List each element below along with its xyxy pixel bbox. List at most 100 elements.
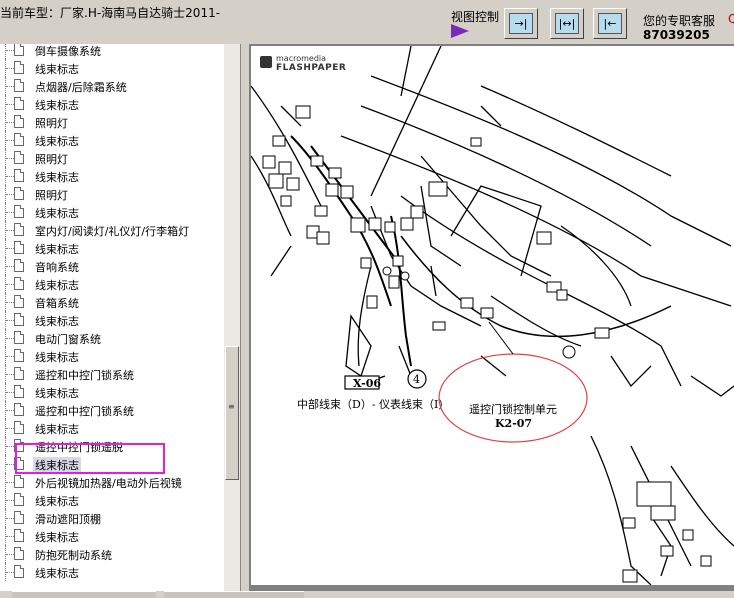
- tree-item[interactable]: 线束标志: [0, 131, 224, 149]
- tree-item[interactable]: 倒车摄像系统: [0, 44, 224, 59]
- tree-scrollbar[interactable]: ≡: [224, 44, 240, 591]
- arrows-both-icon: |↔|: [558, 17, 576, 30]
- support-qq-link[interactable]: Q: [728, 12, 734, 26]
- tree-item[interactable]: 线束标志: [0, 203, 224, 221]
- tree-item[interactable]: 线束标志: [0, 167, 224, 185]
- tree-item[interactable]: 线束标志: [0, 527, 224, 545]
- tree-item-label: 线束标志: [35, 99, 79, 112]
- document-icon: [14, 331, 24, 344]
- tree-item-label: 电动门窗系统: [35, 333, 101, 346]
- tree-item-label: 线束标志: [35, 135, 79, 148]
- document-icon: [14, 313, 24, 326]
- tree-item[interactable]: 室内灯/阅读灯/礼仪灯/行李箱灯: [0, 221, 224, 239]
- grip-icon: ≡: [228, 402, 235, 411]
- document-icon: [14, 367, 24, 380]
- tree-item[interactable]: 照明灯: [0, 113, 224, 131]
- tree-item[interactable]: 线束标志: [0, 95, 224, 113]
- tree-item[interactable]: 线束标志: [0, 275, 224, 293]
- tree-item-label: 遥控和中控门锁系统: [35, 369, 134, 382]
- tree-item-label: 线束标志: [35, 279, 79, 292]
- arrow-left-bar-icon: |←: [603, 17, 617, 30]
- tree-item[interactable]: 防抱死制动系统: [0, 545, 224, 563]
- tree-item-label: 线束标志: [35, 387, 79, 400]
- document-icon: [14, 79, 24, 92]
- tree-item-label: 线束标志: [35, 207, 79, 220]
- document-icon: [14, 115, 24, 128]
- tree-item-label: 线束标志: [35, 495, 79, 508]
- tree-item-label: 滑动遮阳顶棚: [35, 513, 101, 526]
- tree-item[interactable]: 线束标志: [0, 419, 224, 437]
- tree-item-label: 线束标志: [35, 567, 79, 580]
- tree-item[interactable]: 滑动遮阳顶棚: [0, 509, 224, 527]
- document-icon: [14, 169, 24, 182]
- top-toolbar: 当前车型：厂家.H-海南马自达骑士2011- 视图控制 →| |↔| |← 您的…: [0, 0, 734, 44]
- tree-item[interactable]: 照明灯: [0, 185, 224, 203]
- tree-item[interactable]: 遥控和中控门锁系统: [0, 401, 224, 419]
- document-icon: [14, 511, 24, 524]
- document-icon: [14, 259, 24, 272]
- tree-item[interactable]: 线束标志: [0, 311, 224, 329]
- document-icon: [14, 295, 24, 308]
- tree-item[interactable]: 音箱系统: [0, 293, 224, 311]
- tree-item-label: 点烟器/后除霜系统: [35, 81, 127, 94]
- tree-item-label: 线束标志: [35, 243, 79, 256]
- fit-both-button[interactable]: |↔|: [550, 8, 584, 39]
- current-vehicle-label: 当前车型：厂家.H-海南马自达骑士2011-: [0, 6, 221, 20]
- document-icon: [14, 475, 24, 488]
- view-control-label: 视图控制: [451, 10, 500, 24]
- tree-item[interactable]: 线束标志: [0, 59, 224, 77]
- document-icon: [14, 223, 24, 236]
- arrow-right-bar-icon: →|: [514, 17, 528, 30]
- document-icon: [14, 205, 24, 218]
- tree-item[interactable]: 遥控和中控门锁系统: [0, 365, 224, 383]
- document-icon: [14, 529, 24, 542]
- tree-item-label: 室内灯/阅读灯/礼仪灯/行李箱灯: [35, 225, 190, 238]
- tree-item-label: 线束标志: [35, 351, 79, 364]
- tree-item-label: 线束标志: [35, 315, 79, 328]
- document-icon: [14, 187, 24, 200]
- tree-item-label: 音箱系统: [35, 297, 79, 310]
- tree-item[interactable]: 音响系统: [0, 257, 224, 275]
- tree-item[interactable]: 线束标志: [0, 239, 224, 257]
- wiring-diagram: X-06 4 中部线束（D）- 仪表线束（I） 遥控门锁控制单元 K2-07: [251, 46, 734, 585]
- tree-item[interactable]: 线束标志: [0, 491, 224, 509]
- fit-right-button[interactable]: →|: [504, 8, 538, 39]
- support-phone: 87039205: [643, 28, 710, 42]
- unit-code-label: K2-07: [495, 417, 532, 430]
- document-icon: [14, 349, 24, 362]
- play-arrow-icon[interactable]: [451, 24, 469, 38]
- tree-item[interactable]: 点烟器/后除霜系统: [0, 77, 224, 95]
- document-icon: [14, 97, 24, 110]
- tree-item[interactable]: 电动门窗系统: [0, 329, 224, 347]
- document-icon: [14, 133, 24, 146]
- document-icon: [14, 385, 24, 398]
- document-icon: [14, 547, 24, 560]
- unit-label: 遥控门锁控制单元: [469, 402, 557, 416]
- tree-item-label: 线束标志: [35, 171, 79, 184]
- document-icon: [14, 403, 24, 416]
- document-icon: [14, 421, 24, 434]
- tree-item[interactable]: 照明灯: [0, 149, 224, 167]
- tree-item-label: 防抱死制动系统: [35, 549, 112, 562]
- tree-item-label: 线束标志: [35, 531, 79, 544]
- document-icon: [14, 241, 24, 254]
- tree-item-label: 照明灯: [35, 189, 68, 202]
- tree-item[interactable]: 线束标志: [0, 347, 224, 365]
- document-tree: 倒车摄像系统 线束标志 点烟器/后除霜系统 线束标志 照明灯 线束标志 照明灯 线束标志 照明灯…: [0, 44, 241, 591]
- tree-item[interactable]: 线束标志: [0, 383, 224, 401]
- fit-left-button[interactable]: |←: [593, 8, 627, 39]
- tree-item-label: 照明灯: [35, 117, 68, 130]
- callout-number: 4: [413, 373, 420, 386]
- tree-item[interactable]: 外后视镜加热器/电动外后视镜: [0, 473, 224, 491]
- tree-item[interactable]: 线束标志: [0, 563, 224, 581]
- document-icon: [14, 61, 24, 74]
- pane-splitter[interactable]: [241, 44, 249, 591]
- tree-item-label: 线束标志: [35, 63, 79, 76]
- document-icon: [14, 277, 24, 290]
- scrollbar-thumb[interactable]: ≡: [225, 346, 239, 480]
- document-icon: [14, 44, 24, 56]
- document-viewer: X-06 4 中部线束（D）- 仪表线束（I） 遥控门锁控制单元 K2-07 m…: [249, 44, 734, 591]
- flashpaper-logo-icon: [260, 56, 272, 68]
- tree-item-label: 外后视镜加热器/电动外后视镜: [35, 477, 182, 490]
- tree-item-label: 线束标志: [35, 423, 79, 436]
